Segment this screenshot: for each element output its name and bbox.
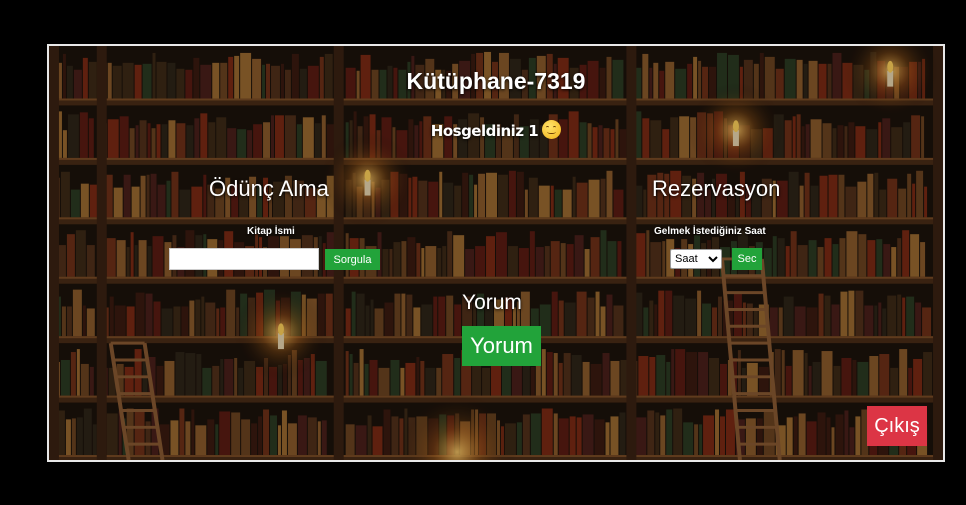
select-time-button[interactable]: Sec: [732, 248, 762, 270]
logout-button[interactable]: Çıkış: [867, 406, 927, 446]
app-frame: Kütüphane-7319 Hosgeldiniz 1 Ödünç Alma …: [47, 44, 945, 462]
time-select[interactable]: Saat: [670, 249, 722, 269]
smiling-face-icon: [542, 120, 562, 139]
borrow-title: Ödünç Alma: [209, 176, 329, 201]
reservation-title: Rezervasyon: [652, 176, 781, 201]
comment-title: Yorum: [462, 291, 522, 314]
query-button[interactable]: Sorgula: [325, 249, 380, 270]
book-name-input[interactable]: [169, 248, 319, 270]
reservation-time-label: Gelmek İstediğiniz Saat: [654, 226, 766, 237]
welcome-text: Hosgeldiniz 1: [49, 120, 943, 140]
page-title: Kütüphane-7319: [406, 68, 586, 94]
welcome-label: Hosgeldiniz 1: [430, 122, 539, 140]
book-name-label: Kitap İsmi: [247, 226, 295, 237]
comment-button[interactable]: Yorum: [462, 326, 541, 366]
